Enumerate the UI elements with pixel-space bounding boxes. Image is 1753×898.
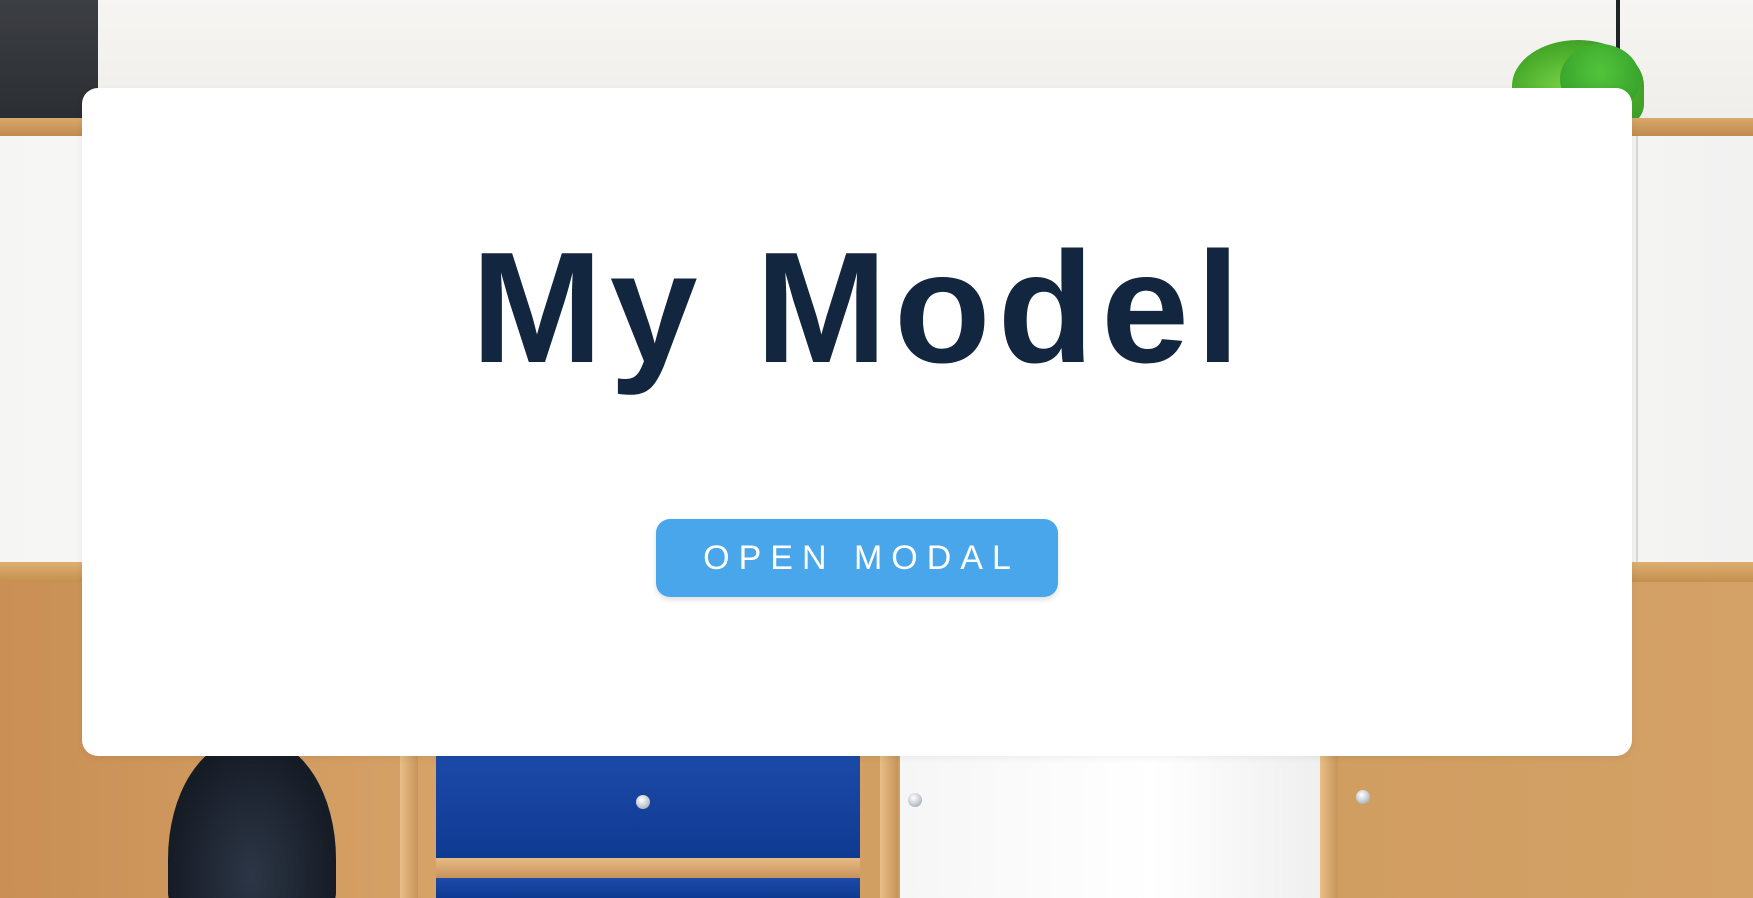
drawer-divider bbox=[436, 858, 860, 878]
page-title: My Model bbox=[471, 220, 1247, 396]
cabinet-knob bbox=[1356, 790, 1370, 804]
cabinet-knob bbox=[908, 793, 922, 807]
page: My Model Open Modal bbox=[0, 0, 1753, 898]
hero-card bbox=[82, 88, 1632, 756]
drawer-knob bbox=[636, 795, 650, 809]
blue-drawer bbox=[436, 878, 860, 898]
open-modal-button[interactable]: Open Modal bbox=[656, 519, 1058, 597]
blue-drawer bbox=[436, 756, 860, 858]
